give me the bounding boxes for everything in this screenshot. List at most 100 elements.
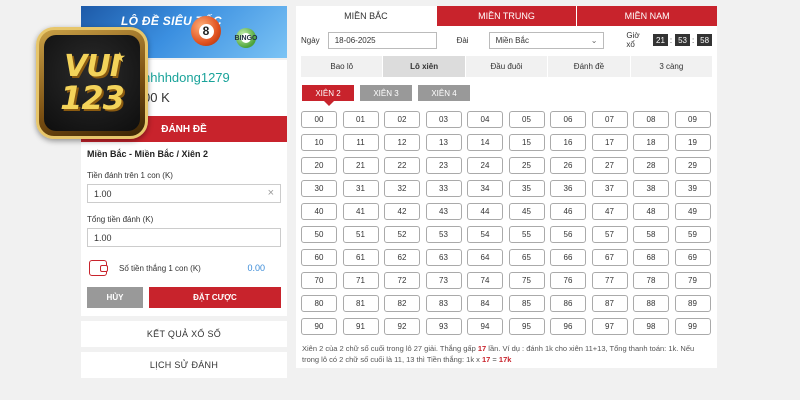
number-cell[interactable]: 80 [301,295,337,312]
number-cell[interactable]: 25 [508,157,545,174]
number-cell[interactable]: 89 [674,295,711,312]
number-cell[interactable]: 68 [633,249,669,266]
number-cell[interactable]: 18 [633,134,669,151]
number-cell[interactable]: 83 [425,295,462,312]
number-cell[interactable]: 86 [550,295,586,312]
number-cell[interactable]: 14 [467,134,503,151]
number-cell[interactable]: 67 [591,249,628,266]
tab-mien-trung[interactable]: MIỀN TRUNG [435,6,577,26]
dai-select[interactable]: Miền Bắc ⌄ [488,31,605,49]
number-cell[interactable]: 78 [633,272,669,289]
number-cell[interactable]: 55 [508,226,545,243]
place-bet-button[interactable]: ĐẶT CƯỢC [149,287,281,308]
number-cell[interactable]: 61 [342,249,379,266]
number-cell[interactable]: 26 [550,157,586,174]
tab-mien-bac[interactable]: MIỀN BẮC [296,6,436,26]
number-cell[interactable]: 97 [591,318,628,335]
number-cell[interactable]: 16 [550,134,586,151]
number-cell[interactable]: 01 [342,111,379,128]
tab-danh-de[interactable]: Đánh đề [548,56,630,77]
number-cell[interactable]: 62 [384,249,420,266]
number-cell[interactable]: 39 [674,180,711,197]
number-cell[interactable]: 85 [508,295,545,312]
number-cell[interactable]: 13 [425,134,462,151]
date-field[interactable]: 18-06-2025 [327,31,437,49]
number-cell[interactable]: 70 [301,272,337,289]
number-cell[interactable]: 02 [384,111,420,128]
number-cell[interactable]: 65 [508,249,545,266]
number-cell[interactable]: 38 [633,180,669,197]
number-cell[interactable]: 71 [342,272,379,289]
number-cell[interactable]: 29 [674,157,711,174]
number-cell[interactable]: 44 [467,203,503,220]
number-cell[interactable]: 54 [467,226,503,243]
number-cell[interactable]: 94 [467,318,503,335]
number-cell[interactable]: 93 [425,318,462,335]
number-cell[interactable]: 20 [301,157,337,174]
number-cell[interactable]: 10 [301,134,337,151]
number-cell[interactable]: 47 [591,203,628,220]
number-cell[interactable]: 50 [301,226,337,243]
number-cell[interactable]: 11 [342,134,379,151]
number-cell[interactable]: 51 [342,226,379,243]
number-cell[interactable]: 73 [425,272,462,289]
number-cell[interactable]: 24 [467,157,503,174]
number-cell[interactable]: 27 [591,157,628,174]
number-cell[interactable]: 05 [508,111,545,128]
number-cell[interactable]: 28 [633,157,669,174]
number-cell[interactable]: 21 [342,157,379,174]
number-cell[interactable]: 98 [633,318,669,335]
tab-mien-nam[interactable]: MIỀN NAM [576,6,718,26]
number-cell[interactable]: 82 [384,295,420,312]
number-cell[interactable]: 77 [591,272,628,289]
number-cell[interactable]: 91 [342,318,379,335]
number-cell[interactable]: 69 [674,249,711,266]
number-cell[interactable]: 04 [467,111,503,128]
number-cell[interactable]: 42 [384,203,420,220]
number-cell[interactable]: 52 [384,226,420,243]
number-cell[interactable]: 87 [591,295,628,312]
number-cell[interactable]: 88 [633,295,669,312]
number-cell[interactable]: 32 [384,180,420,197]
number-cell[interactable]: 96 [550,318,586,335]
number-cell[interactable]: 06 [550,111,586,128]
tab-bao-lo[interactable]: Bao lô [301,56,383,77]
number-cell[interactable]: 59 [674,226,711,243]
number-cell[interactable]: 31 [342,180,379,197]
number-cell[interactable]: 53 [425,226,462,243]
stake-input[interactable]: 1.00 × [87,184,281,203]
cancel-button[interactable]: HỦY [87,287,143,308]
number-cell[interactable]: 84 [467,295,503,312]
number-cell[interactable]: 48 [633,203,669,220]
number-cell[interactable]: 75 [508,272,545,289]
number-cell[interactable]: 15 [508,134,545,151]
number-cell[interactable]: 63 [425,249,462,266]
number-cell[interactable]: 76 [550,272,586,289]
number-cell[interactable]: 43 [425,203,462,220]
number-cell[interactable]: 23 [425,157,462,174]
number-cell[interactable]: 09 [674,111,711,128]
number-cell[interactable]: 79 [674,272,711,289]
number-cell[interactable]: 03 [425,111,462,128]
number-cell[interactable]: 81 [342,295,379,312]
number-cell[interactable]: 00 [301,111,337,128]
tab-3-cang[interactable]: 3 càng [630,56,713,77]
history-link[interactable]: LỊCH SỬ ĐÁNH [81,352,287,378]
number-cell[interactable]: 92 [384,318,420,335]
number-cell[interactable]: 40 [301,203,337,220]
number-cell[interactable]: 12 [384,134,420,151]
tab-xien-2[interactable]: XIÊN 2 [302,85,354,106]
tab-xien-3[interactable]: XIÊN 3 [360,85,412,101]
number-cell[interactable]: 49 [674,203,711,220]
number-cell[interactable]: 34 [467,180,503,197]
tab-dau-duoi[interactable]: Đầu đuôi [465,56,548,77]
number-cell[interactable]: 74 [467,272,503,289]
number-cell[interactable]: 35 [508,180,545,197]
number-cell[interactable]: 99 [674,318,711,335]
total-input[interactable]: 1.00 [87,228,281,247]
number-cell[interactable]: 66 [550,249,586,266]
number-cell[interactable]: 08 [633,111,669,128]
tab-xien-4[interactable]: XIÊN 4 [418,85,470,101]
number-cell[interactable]: 56 [550,226,586,243]
number-cell[interactable]: 17 [591,134,628,151]
